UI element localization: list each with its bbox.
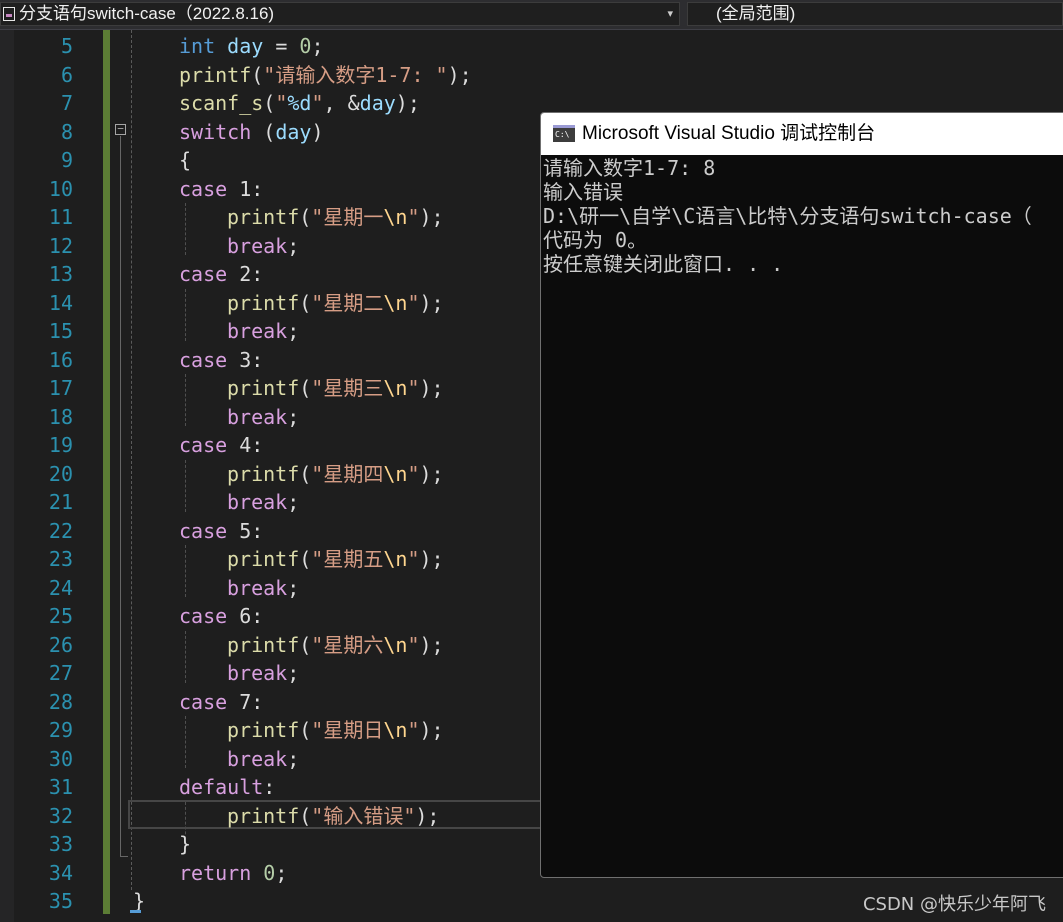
code-line-break: break; [227, 233, 300, 258]
line-number: 9 [60, 148, 73, 172]
console-line: 代码为 0。 [543, 228, 648, 252]
indent-guide [185, 460, 186, 512]
console-line: D:\研一\自学\C语言\比特\分支语句switch-case（ [543, 204, 1032, 228]
line-number: 25 [48, 604, 73, 628]
line-number: 35 [48, 889, 73, 913]
line-number: 26 [48, 632, 73, 657]
code-line-case: case 7: [179, 689, 264, 714]
line-number: 30 [48, 746, 73, 771]
code-line-32: printf("输入错误"); [227, 803, 440, 828]
line-number: 28 [48, 689, 73, 714]
code-line-34: return 0; [179, 860, 288, 885]
line-number: 29 [48, 718, 73, 742]
console-output[interactable]: 请输入数字1-7: 8 输入错误 D:\研一\自学\C语言\比特\分支语句switc… [541, 155, 1063, 276]
indent-guide [185, 374, 186, 426]
indent-guide [185, 631, 186, 683]
code-line-break: break; [227, 319, 300, 343]
code-line-printf: printf("星期日\n"); [227, 718, 444, 742]
code-line-9: { [179, 148, 192, 172]
code-line-printf: printf("星期六\n"); [227, 632, 444, 657]
project-file-icon [3, 7, 15, 21]
line-number: 33 [48, 832, 73, 856]
indent-guide [185, 289, 186, 341]
code-line-case: case 3: [179, 347, 264, 372]
line-number: 20 [48, 461, 73, 486]
global-scope-label: (全局范围) [716, 4, 796, 23]
line-number: 24 [48, 575, 73, 600]
code-line-case: case 4: [179, 433, 264, 457]
code-line-33: } [179, 832, 192, 856]
code-line-break: break; [227, 661, 300, 685]
code-line-case: case 5: [179, 518, 264, 543]
code-line-printf: printf("星期二\n"); [227, 290, 444, 315]
line-number: 23 [48, 547, 73, 571]
line-number: 16 [48, 347, 73, 372]
change-tracking-bar [103, 30, 110, 914]
code-line-break: break; [227, 575, 300, 600]
line-number: 7 [60, 91, 73, 115]
navigation-bar: 分支语句switch-case（2022.8.16) ▾ (全局范围) [0, 0, 1063, 30]
scope-guide-line [131, 30, 132, 890]
line-number: 31 [48, 775, 73, 799]
line-number: 27 [48, 661, 73, 685]
line-number: 22 [48, 518, 73, 543]
line-number: 18 [48, 404, 73, 429]
line-number: 17 [48, 376, 73, 400]
code-line-break: break; [227, 746, 300, 771]
global-scope-dropdown[interactable]: (全局范围) [687, 2, 1063, 26]
line-number: 21 [48, 490, 73, 514]
console-line: 按任意键关闭此窗口. . . [543, 252, 784, 276]
code-line-printf: printf("星期三\n"); [227, 376, 444, 400]
code-line-6: printf("请输入数字1-7: "); [179, 62, 472, 87]
file-scope-label: 分支语句switch-case（2022.8.16) [19, 4, 275, 23]
indent-guide [185, 203, 186, 255]
code-line-5: int day = 0; [179, 34, 324, 58]
code-line-31: default: [179, 775, 276, 799]
code-line-8: switch (day) [179, 119, 324, 144]
console-title: Microsoft Visual Studio 调试控制台 [582, 123, 876, 144]
code-line-7: scanf_s("%d", &day); [179, 91, 420, 115]
line-number: 12 [48, 233, 73, 258]
console-line: 请输入数字1-7: 8 [543, 156, 716, 180]
line-number: 34 [48, 860, 73, 885]
code-line-break: break; [227, 404, 300, 429]
line-number: 11 [48, 205, 73, 229]
fold-region-line [120, 136, 121, 856]
code-line-case: case 6: [179, 604, 264, 628]
debug-console-window[interactable]: C:\ Microsoft Visual Studio 调试控制台 请输入数字1… [540, 112, 1063, 878]
console-line: 输入错误 [543, 180, 623, 204]
console-title-bar[interactable]: C:\ Microsoft Visual Studio 调试控制台 [541, 113, 1063, 155]
line-number: 10 [48, 176, 73, 201]
collapse-icon[interactable]: − [115, 123, 126, 135]
code-line-printf: printf("星期五\n"); [227, 547, 444, 571]
line-number: 14 [48, 290, 73, 315]
line-number: 15 [48, 319, 73, 343]
code-line-printf: printf("星期四\n"); [227, 461, 444, 486]
code-line-case: case 1: [179, 176, 264, 201]
line-number: 5 [60, 34, 73, 58]
text-caret [130, 910, 141, 913]
fold-region-end [120, 856, 128, 857]
chevron-down-icon[interactable]: ▾ [667, 3, 673, 25]
indent-guide [185, 716, 186, 768]
code-line-printf: printf("星期一\n"); [227, 205, 444, 229]
line-number: 19 [48, 433, 73, 457]
line-number: 32 [48, 803, 73, 828]
line-number: 6 [60, 62, 73, 87]
indicator-margin [0, 30, 14, 922]
watermark: CSDN @快乐少年阿飞 [862, 894, 1046, 915]
console-app-icon: C:\ [553, 125, 575, 142]
code-line-break: break; [227, 490, 300, 514]
line-number: 8 [60, 119, 73, 144]
code-line-case: case 2: [179, 262, 264, 286]
indent-guide [185, 545, 186, 597]
file-scope-dropdown[interactable]: 分支语句switch-case（2022.8.16) ▾ [0, 2, 680, 26]
line-number: 13 [48, 262, 73, 286]
